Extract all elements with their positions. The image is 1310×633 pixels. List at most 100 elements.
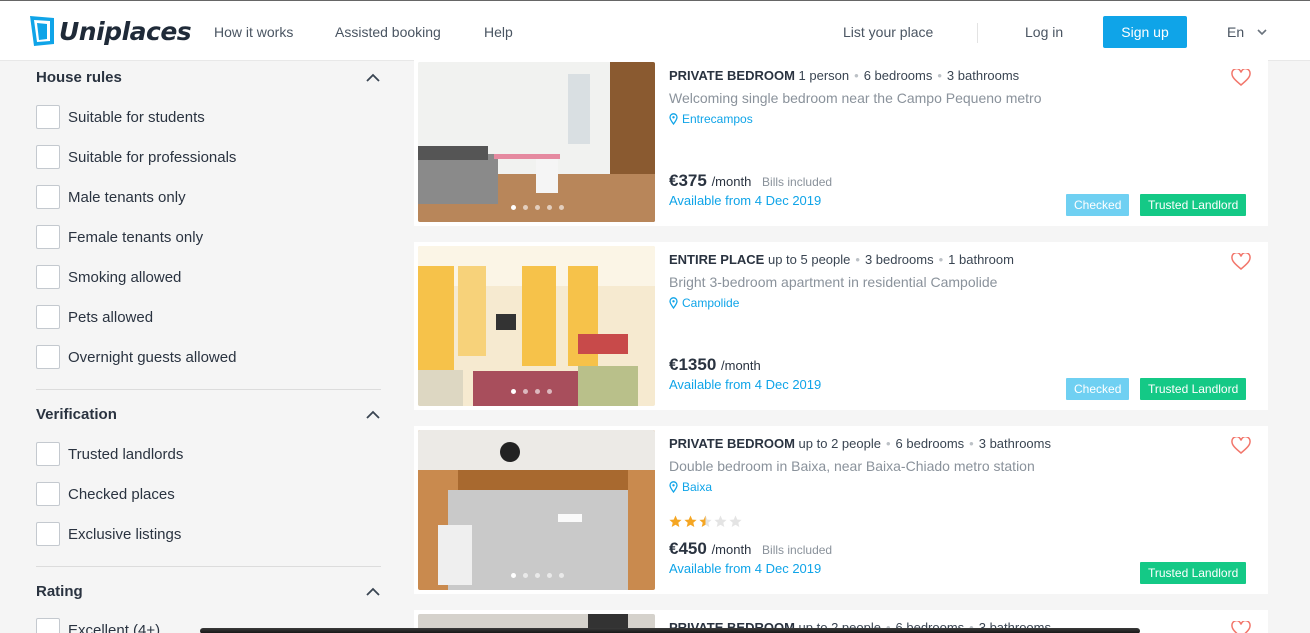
checkbox-label: Suitable for students	[68, 108, 205, 126]
star-empty-icon	[714, 515, 727, 527]
listing-photo[interactable]	[418, 62, 655, 222]
checkbox[interactable]	[36, 482, 60, 506]
uniplaces-logo[interactable]: Uniplaces	[28, 14, 192, 48]
bottom-bar-shadow	[200, 628, 1140, 633]
checkbox[interactable]	[36, 345, 60, 369]
checkbox-label: Smoking allowed	[68, 268, 182, 286]
checkbox-label: Checked places	[68, 485, 175, 503]
price-value: €375	[669, 171, 707, 190]
checkbox[interactable]	[36, 618, 60, 633]
checkbox[interactable]	[36, 105, 60, 129]
listing-meta: PRIVATE BEDROOM 1 person • 6 bedrooms • 3 ba…	[669, 68, 1020, 83]
checkbox[interactable]	[36, 522, 60, 546]
price-value: €450	[669, 539, 707, 558]
logo-icon	[30, 16, 54, 46]
listing-meta: PRIVATE BEDROOM up to 2 people • 6 bedroom…	[669, 436, 1051, 451]
property-type: ENTIRE PLACE	[669, 252, 765, 267]
checkbox[interactable]	[36, 145, 60, 169]
checkbox-label: Female tenants only	[68, 228, 204, 246]
bedrooms-count: 6 bedrooms	[895, 436, 965, 451]
checkbox[interactable]	[36, 305, 60, 329]
logo-text: Uniplaces	[59, 16, 192, 46]
location-pin-icon	[669, 297, 678, 309]
chevron-down-icon[interactable]	[1256, 27, 1268, 37]
filter-suitable-professionals[interactable]: Suitable for professionals	[36, 145, 236, 169]
checkbox[interactable]	[36, 265, 60, 289]
heart-icon[interactable]	[1231, 69, 1251, 87]
chevron-up-icon[interactable]	[365, 73, 381, 83]
filters-sidebar: House rules Suitable for students Suitab…	[0, 62, 410, 633]
bills-note: Bills included	[762, 543, 833, 557]
star-half-icon	[699, 515, 712, 527]
listing-title[interactable]: Double bedroom in Baixa, near Baixa-Chia…	[669, 458, 1035, 474]
signup-button[interactable]: Sign up	[1103, 16, 1187, 48]
heart-icon[interactable]	[1231, 621, 1251, 633]
rating-title: Rating	[36, 583, 83, 600]
checkbox-label: Male tenants only	[68, 188, 186, 206]
bedrooms-count: 6 bedrooms	[863, 68, 933, 83]
location-pin-icon	[669, 113, 678, 125]
nav-help[interactable]: Help	[484, 24, 513, 40]
chevron-up-icon[interactable]	[365, 410, 381, 420]
price-period: /month	[721, 358, 761, 373]
checkbox-label: Exclusive listings	[68, 525, 182, 543]
star-icon	[669, 515, 682, 527]
checkbox[interactable]	[36, 225, 60, 249]
location-name: Campolide	[682, 296, 740, 310]
top-navbar: Uniplaces How it works Assisted booking …	[0, 0, 1310, 61]
heart-icon[interactable]	[1231, 437, 1251, 455]
listing-title[interactable]: Welcoming single bedroom near the Campo …	[669, 90, 1042, 106]
login-link[interactable]: Log in	[1025, 24, 1063, 40]
price-period: /month	[711, 174, 752, 189]
filter-smoking[interactable]: Smoking allowed	[36, 265, 181, 289]
price-period: /month	[711, 542, 752, 557]
filter-overnight-guests[interactable]: Overnight guests allowed	[36, 345, 236, 369]
filter-suitable-students[interactable]: Suitable for students	[36, 105, 205, 129]
checkbox-label: Suitable for professionals	[68, 148, 237, 166]
filter-excellent-rating[interactable]: Excellent (4+)	[36, 618, 160, 633]
checkbox-label: Excellent (4+)	[68, 621, 161, 633]
filter-female-only[interactable]: Female tenants only	[36, 225, 203, 249]
people-count: up to 2 people	[798, 436, 881, 451]
availability: Available from 4 Dec 2019	[669, 561, 822, 576]
listing-photo[interactable]	[418, 430, 655, 590]
availability: Available from 4 Dec 2019	[669, 377, 822, 392]
filter-checked-places[interactable]: Checked places	[36, 482, 175, 506]
star-empty-icon	[729, 515, 742, 527]
bathrooms-count: 3 bathrooms	[978, 436, 1051, 451]
checkbox-label: Trusted landlords	[68, 445, 184, 463]
filter-pets[interactable]: Pets allowed	[36, 305, 153, 329]
listing-card[interactable]: PRIVATE BEDROOM up to 2 people • 6 bedroom…	[414, 426, 1268, 594]
checkbox[interactable]	[36, 442, 60, 466]
listing-location[interactable]: Entrecampos	[669, 112, 753, 126]
rating-stars	[669, 515, 744, 528]
property-type: PRIVATE BEDROOM	[669, 68, 795, 83]
availability: Available from 4 Dec 2019	[669, 193, 822, 208]
nav-how-it-works[interactable]: How it works	[214, 24, 293, 40]
property-type: PRIVATE BEDROOM	[669, 436, 795, 451]
list-your-place-link[interactable]: List your place	[843, 24, 933, 40]
listing-card[interactable]: PRIVATE BEDROOM 1 person • 6 bedrooms • 3 ba…	[414, 58, 1268, 226]
listing-photo[interactable]	[418, 246, 655, 406]
language-selector[interactable]: En	[1227, 24, 1244, 40]
listing-location[interactable]: Campolide	[669, 296, 739, 310]
listing-meta: ENTIRE PLACE up to 5 people • 3 bedrooms • 1…	[669, 252, 1014, 267]
listing-card[interactable]: ENTIRE PLACE up to 5 people • 3 bedrooms • 1…	[414, 242, 1268, 410]
filter-exclusive-listings[interactable]: Exclusive listings	[36, 522, 181, 546]
heart-icon[interactable]	[1231, 253, 1251, 271]
listing-title[interactable]: Bright 3-bedroom apartment in residentia…	[669, 274, 997, 290]
checkbox[interactable]	[36, 185, 60, 209]
nav-divider	[977, 23, 978, 43]
filter-trusted-landlords[interactable]: Trusted landlords	[36, 442, 183, 466]
filter-male-only[interactable]: Male tenants only	[36, 185, 186, 209]
chevron-up-icon[interactable]	[365, 587, 381, 597]
listing-price: €1350 /month	[669, 355, 761, 375]
price-value: €1350	[669, 355, 717, 374]
listing-location[interactable]: Baixa	[669, 480, 712, 494]
nav-assisted-booking[interactable]: Assisted booking	[335, 24, 441, 40]
location-name: Baixa	[682, 480, 713, 494]
bathrooms-count: 1 bathroom	[948, 252, 1014, 267]
checked-badge: Checked	[1066, 194, 1130, 216]
house-rules-title: House rules	[36, 69, 122, 86]
location-pin-icon	[669, 481, 678, 493]
